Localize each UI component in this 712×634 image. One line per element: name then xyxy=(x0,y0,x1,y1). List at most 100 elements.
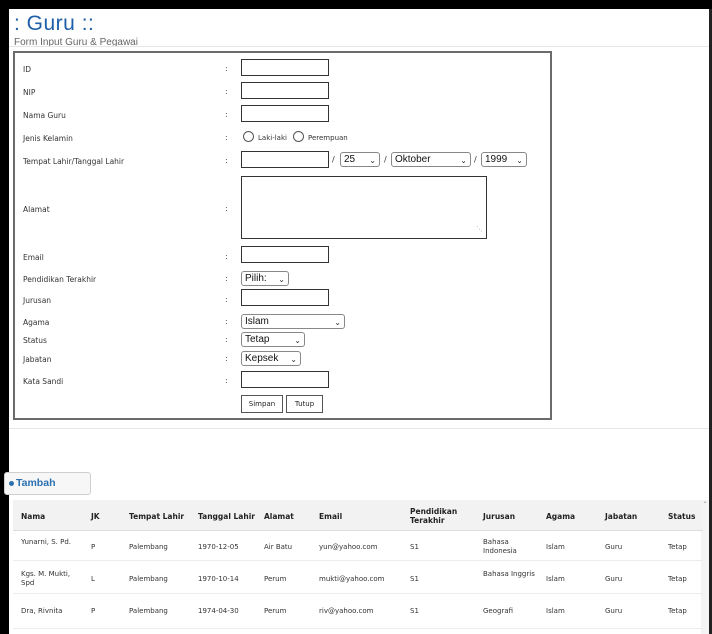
label-nama: Nama Guru xyxy=(23,111,66,120)
tempat-lahir-input[interactable] xyxy=(241,151,329,168)
cell-jurusan: Geografi xyxy=(483,607,514,615)
cell-jk: L xyxy=(91,575,95,583)
col-header: JK xyxy=(91,512,100,521)
cell-jurusan: Bahasa Inggris xyxy=(483,570,535,578)
scroll-up-icon[interactable]: ˆ xyxy=(703,501,707,510)
pendidikan-select[interactable]: Pilih: ⌄ xyxy=(241,271,289,286)
date-separator: / xyxy=(384,155,387,164)
label-id: ID xyxy=(23,65,31,74)
jurusan-input[interactable] xyxy=(241,289,329,306)
label-jenis-kelamin: Jenis Kelamin xyxy=(23,134,73,143)
label-agama: Agama xyxy=(23,318,50,327)
chevron-down-icon: ⌄ xyxy=(460,156,467,165)
cell-nama: Kgs. M. Mukti, Spd xyxy=(21,570,71,587)
month-select[interactable]: Oktober ⌄ xyxy=(391,152,471,167)
cell-tempat-lahir: Palembang xyxy=(129,607,168,615)
col-header: Tanggal Lahir xyxy=(198,512,255,521)
cell-jk: P xyxy=(91,607,96,615)
col-header: Email xyxy=(319,512,343,521)
colon: : xyxy=(225,335,228,344)
id-input[interactable] xyxy=(241,59,329,76)
cell-tempat-lahir: Palembang xyxy=(129,543,168,551)
cell-agama: Islam xyxy=(546,607,565,615)
label-jabatan: Jabatan xyxy=(23,355,52,364)
colon: : xyxy=(225,156,228,165)
cell-email: mukti@yahoo.com xyxy=(319,575,385,583)
col-header: Tempat Lahir xyxy=(129,512,185,521)
date-separator: / xyxy=(474,155,477,164)
status-value: Tetap xyxy=(245,334,270,345)
chevron-down-icon: ⌄ xyxy=(278,275,285,284)
jabatan-value: Kepsek xyxy=(245,353,279,364)
chevron-down-icon: ⌄ xyxy=(294,336,301,345)
email-input[interactable] xyxy=(241,246,329,263)
agama-select[interactable]: Islam ⌄ xyxy=(241,314,345,329)
status-select[interactable]: Tetap ⌄ xyxy=(241,332,305,347)
pendidikan-value: Pilih: xyxy=(245,273,267,284)
colon: : xyxy=(225,252,228,261)
window-top-border xyxy=(0,0,712,9)
guru-table: Nama JK Tempat Lahir Tanggal Lahir Alama… xyxy=(13,500,703,634)
radio-label-perempuan: Perempuan xyxy=(308,134,348,142)
simpan-button[interactable]: Simpan xyxy=(241,395,283,413)
cell-tanggal-lahir: 1970-10-14 xyxy=(198,575,239,583)
chevron-down-icon: ⌄ xyxy=(290,355,297,364)
cell-email: riv@yahoo.com xyxy=(319,607,374,615)
day-select[interactable]: 25 ⌄ xyxy=(340,152,380,167)
col-header: Nama xyxy=(21,512,46,521)
month-value: Oktober xyxy=(395,154,431,165)
year-select[interactable]: 1999 ⌄ xyxy=(481,152,527,167)
section-divider xyxy=(9,428,709,429)
col-header: Jurusan xyxy=(483,512,516,521)
nip-input[interactable] xyxy=(241,82,329,99)
cell-tempat-lahir: Palembang xyxy=(129,575,168,583)
cell-jabatan: Guru xyxy=(605,575,623,583)
cell-status: Tetap xyxy=(668,607,687,615)
day-value: 25 xyxy=(344,154,356,165)
label-ttl: Tempat Lahir/Tanggal Lahir xyxy=(23,157,125,166)
table-header: Nama JK Tempat Lahir Tanggal Lahir Alama… xyxy=(13,500,703,531)
page-title: : Guru :: xyxy=(14,12,95,35)
resize-grip-icon[interactable]: ⋱ xyxy=(476,225,483,233)
cell-tanggal-lahir: 1974-04-30 xyxy=(198,607,239,615)
agama-value: Islam xyxy=(245,316,269,327)
label-status: Status xyxy=(23,336,47,345)
colon: : xyxy=(225,274,228,283)
cell-email: yun@yahoo.com xyxy=(319,543,378,551)
radio-perempuan[interactable] xyxy=(293,131,304,142)
tambah-button[interactable]: Tambah xyxy=(4,472,91,495)
chevron-down-icon: ⌄ xyxy=(334,318,341,327)
row-divider xyxy=(13,593,703,594)
header-divider xyxy=(9,46,709,47)
row-divider xyxy=(13,628,703,629)
date-separator: / xyxy=(332,155,335,164)
kata-sandi-input[interactable] xyxy=(241,371,329,388)
label-email: Email xyxy=(23,253,44,262)
cell-pendidikan: S1 xyxy=(410,543,419,551)
tambah-label: Tambah xyxy=(16,477,56,489)
alamat-textarea[interactable] xyxy=(241,176,487,239)
window-left-border xyxy=(0,9,9,634)
cell-nama: Dra, Rivnita xyxy=(21,607,63,615)
chevron-down-icon: ⌄ xyxy=(516,156,523,165)
chevron-down-icon: ⌄ xyxy=(369,156,376,165)
col-header: Jabatan xyxy=(605,512,638,521)
colon: : xyxy=(225,317,228,326)
colon: : xyxy=(225,64,228,73)
cell-agama: Islam xyxy=(546,575,565,583)
cell-tanggal-lahir: 1970-12-05 xyxy=(198,543,239,551)
nama-input[interactable] xyxy=(241,105,329,122)
cell-alamat: Air Batu xyxy=(264,543,293,551)
radio-laki-laki[interactable] xyxy=(243,131,254,142)
colon: : xyxy=(225,354,228,363)
colon: : xyxy=(225,204,228,213)
cell-nama: Yunarni, S. Pd. xyxy=(21,538,72,546)
colon: : xyxy=(225,295,228,304)
cell-agama: Islam xyxy=(546,543,565,551)
tutup-button[interactable]: Tutup xyxy=(286,395,323,413)
label-kata-sandi: Kata Sandi xyxy=(23,377,64,386)
plus-icon xyxy=(9,480,14,486)
cell-pendidikan: S1 xyxy=(410,607,419,615)
jabatan-select[interactable]: Kepsek ⌄ xyxy=(241,351,301,366)
cell-alamat: Perum xyxy=(264,575,287,583)
